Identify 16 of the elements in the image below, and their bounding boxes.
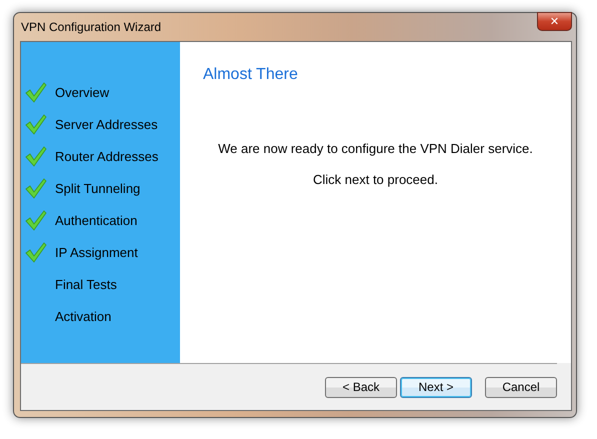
step-label: IP Assignment [55, 244, 138, 260]
step-label: Activation [55, 308, 112, 324]
window-title: VPN Configuration Wizard [20, 20, 162, 34]
message-text: We are now ready to configure the VPN Dialer service. [218, 141, 533, 156]
step-label: Split Tunneling [55, 180, 140, 196]
close-button[interactable]: ✕ [537, 12, 572, 31]
step-label: Overview [55, 84, 110, 100]
wizard-button[interactable]: Next > [400, 376, 472, 398]
wizard-button[interactable]: Cancel [485, 376, 557, 398]
message-text: Click next to proceed. [312, 172, 438, 187]
page-heading: Almost There [203, 66, 299, 84]
wizard-button[interactable]: < Back [325, 376, 397, 398]
step-label: Authentication [55, 212, 138, 228]
step-label: Router Addresses [55, 148, 158, 164]
step-label: Final Tests [55, 276, 117, 292]
step-label: Server Addresses [55, 116, 158, 132]
